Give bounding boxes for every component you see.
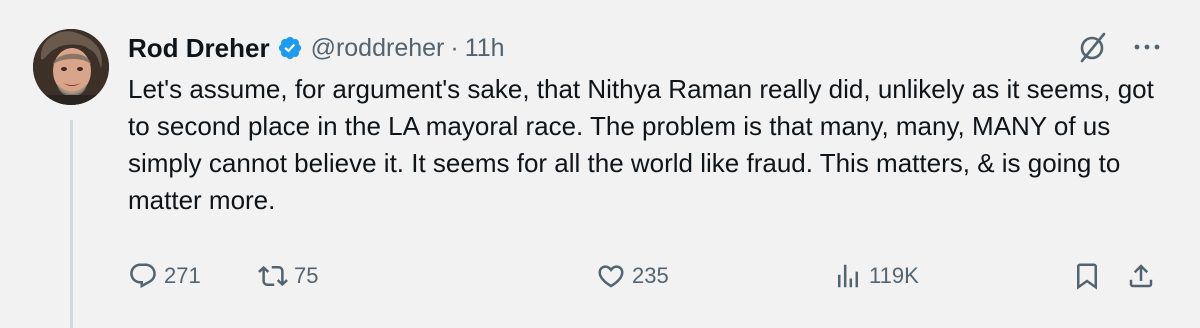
share-icon [1126, 261, 1156, 291]
repost-icon [258, 261, 288, 291]
views-button[interactable]: 119K [833, 256, 919, 296]
like-button[interactable]: 235 [596, 256, 669, 296]
reply-button[interactable]: 271 [128, 256, 201, 296]
views-icon [833, 261, 863, 291]
author-handle[interactable]: @roddreher [311, 34, 445, 63]
action-bar: 271 75 235 119K [128, 256, 1168, 296]
reply-count: 271 [164, 263, 201, 288]
tweet-text: Let's assume, for argument's sake, that … [128, 74, 1154, 215]
timestamp[interactable]: 11h [465, 34, 505, 63]
repost-button[interactable]: 75 [258, 256, 318, 296]
verified-badge-icon[interactable] [277, 35, 303, 61]
more-icon[interactable] [1130, 30, 1164, 69]
like-icon [596, 261, 626, 291]
reply-icon [128, 261, 158, 291]
share-button[interactable] [1126, 256, 1156, 296]
thread-line [70, 120, 73, 328]
grok-icon[interactable] [1078, 30, 1108, 69]
tweet-top-actions [1078, 30, 1164, 69]
bookmark-icon [1072, 261, 1102, 291]
author-name[interactable]: Rod Dreher [128, 33, 270, 64]
avatar[interactable] [33, 29, 109, 105]
like-count: 235 [632, 263, 669, 288]
bookmark-button[interactable] [1072, 256, 1102, 296]
tweet-header: Rod Dreher @roddreher · 11h [128, 30, 505, 66]
views-count: 119K [869, 263, 919, 288]
repost-count: 75 [294, 263, 319, 288]
tweet[interactable]: Rod Dreher @roddreher · 11h Let's assume [0, 0, 1200, 328]
separator: · [450, 33, 459, 62]
